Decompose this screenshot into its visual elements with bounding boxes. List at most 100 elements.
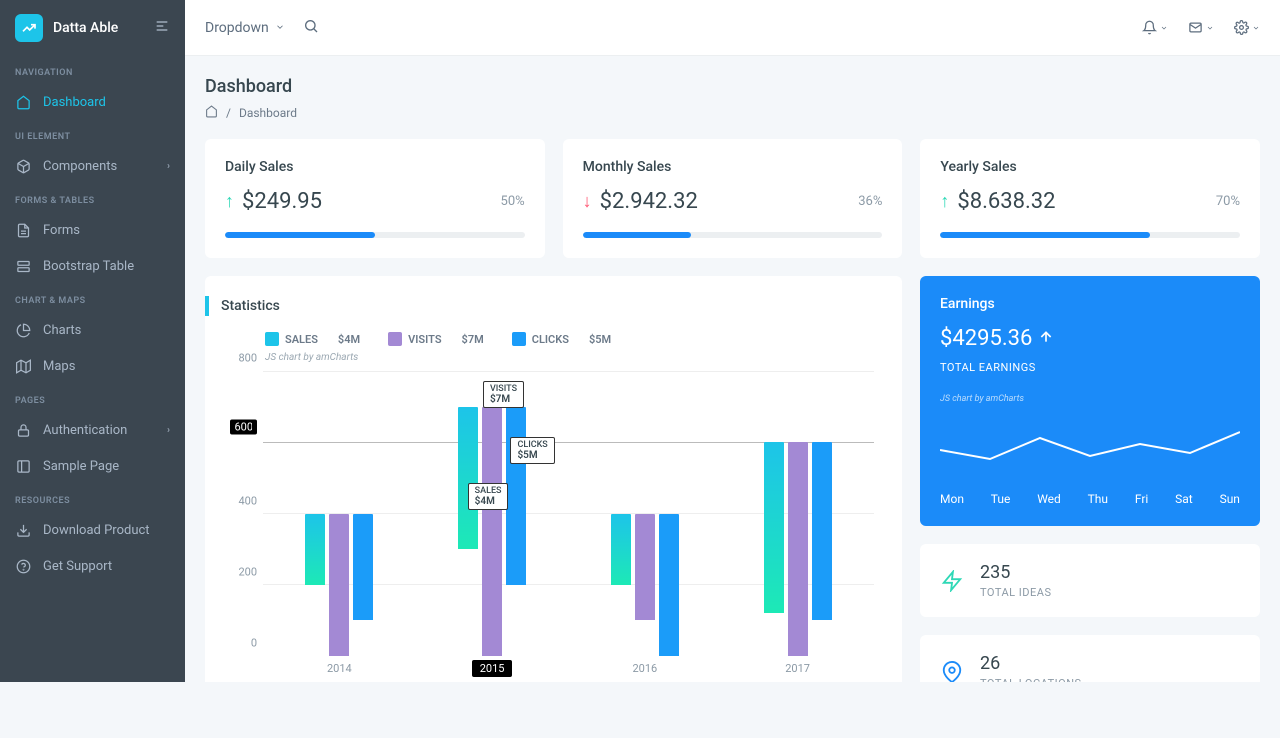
legend-item[interactable]: CLICKS$5M [512, 332, 611, 346]
breadcrumb: / Dashboard [205, 105, 1260, 121]
bar[interactable] [659, 514, 679, 657]
bar-group [752, 442, 844, 656]
x-tick: 2016 [569, 656, 722, 681]
mini-label: TOTAL LOCATIONS [980, 677, 1082, 682]
y-tick: 400 [238, 494, 257, 507]
nav-label: Authentication [43, 423, 127, 438]
chart-legend: SALES$4M VISITS$7M CLICKS$5M [265, 332, 882, 346]
main-content: Dashboard / Dashboard Daily Sales ↑$249.… [185, 56, 1280, 682]
app-name: Datta Able [53, 20, 118, 36]
progress-bar [940, 232, 1240, 238]
chart-tooltip: SALES$4M [468, 483, 509, 510]
arrow-up-icon: ↑ [940, 191, 949, 212]
day-label: Mon [940, 492, 964, 506]
legend-swatch [388, 332, 402, 346]
dropdown-button[interactable]: Dropdown [205, 20, 285, 36]
earnings-sparkline [940, 424, 1240, 474]
download-icon [15, 522, 31, 538]
home-icon[interactable] [205, 105, 218, 121]
sidebar-item-charts[interactable]: Charts [0, 312, 185, 348]
day-label: Sun [1220, 492, 1240, 506]
stat-title: Yearly Sales [940, 159, 1240, 175]
bar[interactable] [764, 442, 784, 613]
earnings-subtitle: TOTAL EARNINGS [940, 361, 1240, 374]
day-label: Sat [1175, 492, 1193, 506]
nav-label: Charts [43, 323, 81, 338]
chart-tooltip: CLICKS$5M [510, 437, 554, 464]
bar[interactable] [788, 442, 808, 656]
bar[interactable] [329, 514, 349, 657]
settings-icon[interactable] [1234, 20, 1260, 35]
mini-card: 235 TOTAL IDEAS [920, 544, 1260, 617]
chart-attribution: JS chart by amCharts [265, 352, 882, 363]
bar[interactable] [635, 514, 655, 621]
bar[interactable] [482, 407, 502, 656]
sidebar-item-forms[interactable]: Forms [0, 212, 185, 248]
earnings-card: Earnings $4295.36 TOTAL EARNINGS JS char… [920, 276, 1260, 526]
topbar: Dropdown [185, 0, 1280, 56]
sidebar-item-bootstrap-table[interactable]: Bootstrap Table [0, 248, 185, 284]
earnings-attribution: JS chart by amCharts [940, 394, 1240, 404]
file-icon [15, 222, 31, 238]
stat-title: Monthly Sales [583, 159, 883, 175]
bar[interactable] [353, 514, 373, 621]
day-label: Thu [1088, 492, 1108, 506]
stat-card: Daily Sales ↑$249.9550% [205, 139, 545, 258]
arrow-down-icon: ↓ [583, 191, 592, 212]
sidebar-item-dashboard[interactable]: Dashboard [0, 84, 185, 120]
chevron-down-icon [275, 20, 285, 36]
bar[interactable] [812, 442, 832, 620]
stat-percent: 70% [1216, 194, 1240, 209]
arrow-up-icon [1038, 326, 1054, 351]
x-tick: 2015 [416, 656, 569, 681]
sidebar-toggle-icon[interactable] [154, 18, 170, 38]
chevron-right-icon: › [167, 161, 170, 172]
bar-group [294, 514, 386, 657]
sidebar-item-get-support[interactable]: Get Support [0, 548, 185, 584]
stat-value: $249.95 [242, 189, 322, 214]
nav-label: Bootstrap Table [43, 259, 134, 274]
server-icon [15, 258, 31, 274]
nav-label: Download Product [43, 523, 150, 538]
notification-icon[interactable] [1142, 20, 1168, 35]
search-icon[interactable] [303, 18, 319, 38]
nav-section: NAVIGATION [0, 56, 185, 84]
sidebar-item-authentication[interactable]: Authentication › [0, 412, 185, 448]
y-tick: 800 [238, 352, 257, 365]
x-tick: 2014 [263, 656, 416, 681]
box-icon [15, 158, 31, 174]
legend-name: VISITS [408, 333, 441, 346]
sidebar-item-sample-page[interactable]: Sample Page [0, 448, 185, 484]
stat-value: $2.942.32 [600, 189, 698, 214]
logo[interactable]: Datta Able [0, 0, 185, 56]
nav-section: RESOURCES [0, 484, 185, 512]
breadcrumb-item[interactable]: Dashboard [239, 106, 297, 120]
nav-label: Components [43, 159, 117, 174]
home-icon [15, 94, 31, 110]
chevron-right-icon: › [167, 425, 170, 436]
legend-val: $4M [338, 333, 360, 346]
mini-value: 26 [980, 653, 1082, 674]
bar[interactable] [611, 514, 631, 585]
nav-section: UI ELEMENT [0, 120, 185, 148]
legend-item[interactable]: VISITS$7M [388, 332, 484, 346]
sidebar-item-components[interactable]: Components › [0, 148, 185, 184]
bar[interactable] [506, 407, 526, 585]
nav-section: PAGES [0, 384, 185, 412]
nav-section: FORMS & TABLES [0, 184, 185, 212]
bar-group [599, 514, 691, 657]
mini-value: 235 [980, 562, 1051, 583]
legend-item[interactable]: SALES$4M [265, 332, 360, 346]
legend-name: CLICKS [532, 333, 569, 346]
y-tick: 200 [238, 565, 257, 578]
stat-percent: 36% [858, 194, 882, 209]
mail-icon[interactable] [1188, 20, 1214, 35]
page-title: Dashboard [205, 76, 1260, 97]
bar[interactable] [458, 407, 478, 550]
map-pin-icon [940, 660, 964, 683]
sidebar-item-download-product[interactable]: Download Product [0, 512, 185, 548]
bar[interactable] [305, 514, 325, 585]
mini-label: TOTAL IDEAS [980, 586, 1051, 599]
logo-icon [15, 14, 43, 42]
sidebar-item-maps[interactable]: Maps [0, 348, 185, 384]
